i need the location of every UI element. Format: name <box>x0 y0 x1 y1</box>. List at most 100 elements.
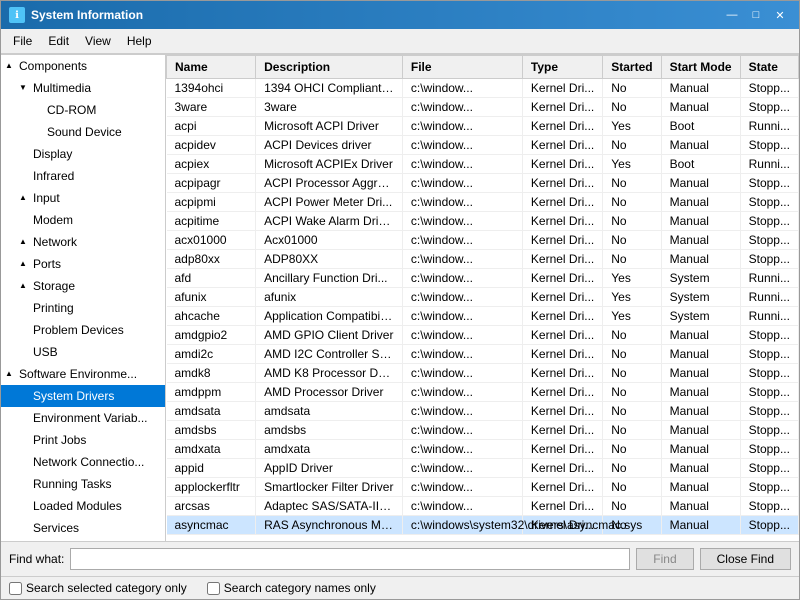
table-row[interactable]: ahcacheApplication Compatibili...c:\wind… <box>167 307 799 326</box>
cell-file: c:\window... <box>402 383 522 402</box>
main-area: ▲Components▼MultimediaCD-ROMSound Device… <box>1 54 799 541</box>
sidebar-item-input[interactable]: ▲Input <box>1 187 165 209</box>
sidebar-item-usb[interactable]: USB <box>1 341 165 363</box>
expander-storage[interactable]: ▲ <box>19 277 31 295</box>
table-row[interactable]: amdgpio2AMD GPIO Client Driverc:\window.… <box>167 326 799 345</box>
sidebar-item-running-tasks[interactable]: Running Tasks <box>1 473 165 495</box>
sidebar[interactable]: ▲Components▼MultimediaCD-ROMSound Device… <box>1 55 166 541</box>
table-row[interactable]: applockerfltrSmartlocker Filter Driverc:… <box>167 478 799 497</box>
table-row[interactable]: acpiMicrosoft ACPI Driverc:\window...Ker… <box>167 117 799 136</box>
menu-help[interactable]: Help <box>119 31 160 51</box>
table-row[interactable]: amdsbsamdsbsc:\window...Kernel Dri...NoM… <box>167 421 799 440</box>
find-button[interactable]: Find <box>636 548 693 570</box>
table-row[interactable]: appidAppID Driverc:\window...Kernel Dri.… <box>167 459 799 478</box>
sidebar-label-network-connections: Network Connectio... <box>33 453 144 471</box>
table-row[interactable]: amdppmAMD Processor Driverc:\window...Ke… <box>167 383 799 402</box>
sidebar-item-display[interactable]: Display <box>1 143 165 165</box>
col-header-name[interactable]: Name <box>167 56 256 79</box>
cell-state: Stopp... <box>740 364 798 383</box>
sidebar-label-services: Services <box>33 519 79 537</box>
cell-started: No <box>603 345 661 364</box>
sidebar-item-system-drivers[interactable]: System Drivers <box>1 385 165 407</box>
table-row[interactable]: amdi2cAMD I2C Controller Se...c:\window.… <box>167 345 799 364</box>
col-header-file[interactable]: File <box>402 56 522 79</box>
cell-started: No <box>603 250 661 269</box>
maximize-button[interactable]: □ <box>745 5 767 25</box>
col-header-type[interactable]: Type <box>522 56 602 79</box>
sidebar-item-multimedia[interactable]: ▼Multimedia <box>1 77 165 99</box>
table-row[interactable]: acpitimeACPI Wake Alarm Driverc:\window.… <box>167 212 799 231</box>
menu-bar: File Edit View Help <box>1 29 799 54</box>
expander-input[interactable]: ▲ <box>19 189 31 207</box>
table-row[interactable]: arcsasAdaptec SAS/SATA-II R...c:\window.… <box>167 497 799 516</box>
table-row[interactable]: amdk8AMD K8 Processor Driv...c:\window..… <box>167 364 799 383</box>
expander-software-environment[interactable]: ▲ <box>5 365 17 383</box>
minimize-button[interactable]: — <box>721 5 743 25</box>
close-find-button[interactable]: Close Find <box>700 548 791 570</box>
table-row[interactable]: 1394ohci1394 OHCI Compliant ...c:\window… <box>167 79 799 98</box>
table-row[interactable]: acpiexMicrosoft ACPIEx Driverc:\window..… <box>167 155 799 174</box>
expander-network[interactable]: ▲ <box>19 233 31 251</box>
expander-ports[interactable]: ▲ <box>19 255 31 273</box>
sidebar-item-components[interactable]: ▲Components <box>1 55 165 77</box>
sidebar-item-sound-device[interactable]: Sound Device <box>1 121 165 143</box>
table-row[interactable]: acx01000Acx01000c:\window...Kernel Dri..… <box>167 231 799 250</box>
cell-name: amdsata <box>167 402 256 421</box>
cell-started: Yes <box>603 117 661 136</box>
table-row[interactable]: afdAncillary Function Dri...c:\window...… <box>167 269 799 288</box>
cell-file: c:\window... <box>402 193 522 212</box>
sidebar-item-cdrom[interactable]: CD-ROM <box>1 99 165 121</box>
sidebar-item-printing[interactable]: Printing <box>1 297 165 319</box>
cell-state: Stopp... <box>740 345 798 364</box>
sidebar-item-modem[interactable]: Modem <box>1 209 165 231</box>
cell-type: Kernel Dri... <box>522 288 602 307</box>
search-category-option[interactable]: Search selected category only <box>9 581 187 595</box>
cell-description: amdsata <box>256 402 403 421</box>
table-row[interactable]: 3ware3warec:\window...Kernel Dri...NoMan… <box>167 98 799 117</box>
cell-name: appid <box>167 459 256 478</box>
menu-file[interactable]: File <box>5 31 40 51</box>
table-row[interactable]: asyncmacRAS Asynchronous Me...c:\windows… <box>167 516 799 535</box>
col-header-state[interactable]: State <box>740 56 798 79</box>
sidebar-item-services[interactable]: Services <box>1 517 165 539</box>
cell-file: c:\window... <box>402 307 522 326</box>
table-row[interactable]: afunixafunixc:\window...Kernel Dri...Yes… <box>167 288 799 307</box>
sidebar-item-loaded-modules[interactable]: Loaded Modules <box>1 495 165 517</box>
menu-view[interactable]: View <box>77 31 119 51</box>
search-input[interactable] <box>70 548 630 570</box>
cell-started: No <box>603 231 661 250</box>
table-row[interactable]: acpidevACPI Devices driverc:\window...Ke… <box>167 136 799 155</box>
table-row[interactable]: acpipagrACPI Processor Aggreg...c:\windo… <box>167 174 799 193</box>
close-button[interactable]: ✕ <box>769 5 791 25</box>
search-category-checkbox[interactable] <box>9 582 22 595</box>
sidebar-item-network-connections[interactable]: Network Connectio... <box>1 451 165 473</box>
menu-edit[interactable]: Edit <box>40 31 77 51</box>
sidebar-item-infrared[interactable]: Infrared <box>1 165 165 187</box>
cell-started: Yes <box>603 269 661 288</box>
table-row[interactable]: amdxataamdxatac:\window...Kernel Dri...N… <box>167 440 799 459</box>
search-names-checkbox[interactable] <box>207 582 220 595</box>
sidebar-item-storage[interactable]: ▲Storage <box>1 275 165 297</box>
table-row[interactable]: adp80xxADP80XXc:\window...Kernel Dri...N… <box>167 250 799 269</box>
col-header-description[interactable]: Description <box>256 56 403 79</box>
sidebar-item-ports[interactable]: ▲Ports <box>1 253 165 275</box>
table-row[interactable]: acpipmiACPI Power Meter Dri...c:\window.… <box>167 193 799 212</box>
expander-components[interactable]: ▲ <box>5 57 17 75</box>
search-names-option[interactable]: Search category names only <box>207 581 376 595</box>
cell-type: Kernel Dri... <box>522 231 602 250</box>
sidebar-item-problem-devices[interactable]: Problem Devices <box>1 319 165 341</box>
table-container[interactable]: NameDescriptionFileTypeStartedStart Mode… <box>166 55 799 541</box>
cell-description: ADP80XX <box>256 250 403 269</box>
sidebar-item-software-environment[interactable]: ▲Software Environme... <box>1 363 165 385</box>
sidebar-item-environment-variables[interactable]: Environment Variab... <box>1 407 165 429</box>
cell-description: 1394 OHCI Compliant ... <box>256 79 403 98</box>
expander-multimedia[interactable]: ▼ <box>19 79 31 97</box>
col-header-started[interactable]: Started <box>603 56 661 79</box>
cell-name: acpiex <box>167 155 256 174</box>
col-header-startmode[interactable]: Start Mode <box>661 56 740 79</box>
cell-description: afunix <box>256 288 403 307</box>
cell-startmode: Manual <box>661 231 740 250</box>
sidebar-item-print-jobs[interactable]: Print Jobs <box>1 429 165 451</box>
sidebar-item-network[interactable]: ▲Network <box>1 231 165 253</box>
table-row[interactable]: amdsataamdsatac:\window...Kernel Dri...N… <box>167 402 799 421</box>
